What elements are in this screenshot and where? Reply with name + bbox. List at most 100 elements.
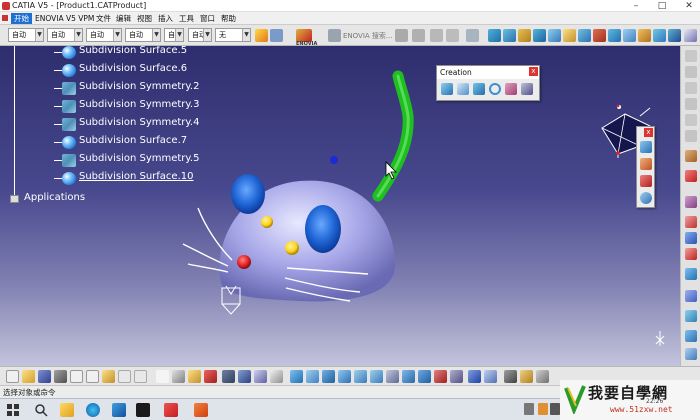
fill-color-dropdown[interactable]: 自动 ▼	[8, 28, 44, 42]
catia-taskbar-icon[interactable]	[194, 403, 208, 417]
enovia-refresh-icon[interactable]	[430, 29, 443, 42]
link-icon[interactable]	[685, 232, 697, 244]
point-style-dropdown[interactable]: 自动▼	[164, 28, 184, 42]
properties-icon[interactable]	[270, 29, 283, 42]
cut-icon[interactable]	[70, 370, 83, 383]
3d-viewport[interactable]: Subdivision Surface.5 Subdivision Surfac…	[0, 46, 680, 366]
knowledge-icon[interactable]	[188, 370, 201, 383]
fillet-icon[interactable]	[593, 29, 606, 42]
swap-icon[interactable]	[270, 370, 283, 383]
creation-torus-icon[interactable]	[489, 83, 501, 95]
swap-space-icon[interactable]	[450, 370, 463, 383]
menu-window[interactable]: 窗口	[197, 13, 218, 24]
split-icon[interactable]	[638, 29, 651, 42]
fit-all-icon[interactable]	[306, 370, 319, 383]
open-folder-icon[interactable]	[22, 370, 35, 383]
revolve-icon[interactable]	[548, 29, 561, 42]
ghost-icon[interactable]	[685, 50, 697, 62]
ghost-icon[interactable]	[685, 130, 697, 142]
email-app-icon[interactable]	[112, 403, 126, 417]
windows-start-icon[interactable]	[6, 403, 20, 417]
enovia-save-icon[interactable]	[412, 29, 425, 42]
enovia-sync-icon[interactable]	[446, 29, 459, 42]
snap-icon[interactable]	[685, 170, 697, 182]
ghost-icon[interactable]	[685, 98, 697, 110]
formula-icon[interactable]	[156, 370, 169, 383]
layer-dropdown[interactable]: 自动 ▼	[188, 28, 212, 42]
file-explorer-icon[interactable]	[60, 403, 74, 417]
rotate-icon[interactable]	[338, 370, 351, 383]
creation-sphere-icon[interactable]	[441, 83, 453, 95]
paste-icon[interactable]	[102, 370, 115, 383]
enovia-search-icon[interactable]	[328, 29, 341, 42]
fix-icon[interactable]	[685, 248, 697, 260]
comment-icon[interactable]	[172, 370, 185, 383]
ghost-icon[interactable]	[685, 114, 697, 126]
cylinder-icon[interactable]	[503, 29, 516, 42]
tools-toolbar-panel[interactable]: x	[636, 126, 655, 208]
analysis-icon[interactable]	[668, 29, 681, 42]
zoom-out-icon[interactable]	[370, 370, 383, 383]
whats-this-icon[interactable]	[204, 370, 217, 383]
measure-icon[interactable]	[685, 268, 697, 280]
enovia-open-icon[interactable]	[395, 29, 408, 42]
box-icon[interactable]	[518, 29, 531, 42]
creation-cylinder-icon[interactable]	[473, 83, 485, 95]
redo-icon[interactable]	[134, 370, 147, 383]
mouse-model[interactable]	[0, 46, 680, 366]
minimize-button[interactable]: –	[628, 0, 644, 12]
close-button[interactable]: ✕	[681, 0, 697, 12]
transparency-dropdown[interactable]: 无 ▼	[215, 28, 251, 42]
sweep-icon[interactable]	[563, 29, 576, 42]
creation-cone-icon[interactable]	[505, 83, 517, 95]
edge-browser-icon[interactable]	[86, 403, 100, 417]
print-icon[interactable]	[54, 370, 67, 383]
trim-icon[interactable]	[608, 29, 621, 42]
new-file-icon[interactable]	[6, 370, 19, 383]
zoom-in-icon[interactable]	[354, 370, 367, 383]
extrude-icon[interactable]	[533, 29, 546, 42]
axis-system-icon[interactable]	[685, 150, 697, 162]
save-icon[interactable]	[38, 370, 51, 383]
symmetry-tool-icon[interactable]	[685, 196, 697, 208]
ghost-icon[interactable]	[685, 82, 697, 94]
wps-app-icon[interactable]	[164, 403, 178, 417]
fly-mode-icon[interactable]	[290, 370, 303, 383]
render-icon[interactable]	[685, 310, 697, 322]
surface-icon[interactable]	[488, 29, 501, 42]
tray-app-icon[interactable]	[538, 403, 548, 415]
grid-icon[interactable]	[468, 370, 481, 383]
snap-grid-icon[interactable]	[484, 370, 497, 383]
edge-color-dropdown[interactable]: 自动 ▼	[47, 28, 83, 42]
render-scene-icon[interactable]	[536, 370, 549, 383]
menu-enovia-vpm[interactable]: ENOVIA V5 VPM	[32, 13, 97, 24]
menu-edit[interactable]: 编辑	[113, 13, 134, 24]
shading-mode-icon[interactable]	[418, 370, 431, 383]
menu-help[interactable]: 帮助	[218, 13, 239, 24]
thickness-dropdown[interactable]: 自动 ▼	[125, 28, 161, 42]
menu-tools[interactable]: 工具	[176, 13, 197, 24]
creation-box-icon[interactable]	[521, 83, 533, 95]
tray-app-icon[interactable]	[550, 403, 560, 415]
hide-show-icon[interactable]	[254, 370, 267, 383]
menu-view[interactable]: 视图	[134, 13, 155, 24]
creation-toolbar-panel[interactable]: Creation x	[436, 65, 540, 101]
material-library-icon[interactable]	[504, 370, 517, 383]
light-icon[interactable]	[685, 348, 697, 360]
menu-app-icon[interactable]	[1, 13, 9, 24]
enovia-search-label[interactable]: ENOVIA 搜索...	[343, 31, 393, 41]
catalog-icon[interactable]	[222, 370, 235, 383]
copy-icon[interactable]	[86, 370, 99, 383]
ghost-icon[interactable]	[685, 66, 697, 78]
creation-plane-icon[interactable]	[457, 83, 469, 95]
material-icon[interactable]	[684, 29, 697, 42]
screen-icon[interactable]	[238, 370, 251, 383]
tool-analyze-icon[interactable]	[640, 192, 652, 204]
apply-material-icon[interactable]	[520, 370, 533, 383]
enovia-publish-icon[interactable]	[466, 29, 479, 42]
tray-app-icon[interactable]	[524, 403, 534, 415]
undo-icon[interactable]	[118, 370, 131, 383]
shading-icon[interactable]	[685, 290, 697, 302]
tool-move-icon[interactable]	[640, 141, 652, 153]
close-icon[interactable]: x	[529, 67, 538, 76]
